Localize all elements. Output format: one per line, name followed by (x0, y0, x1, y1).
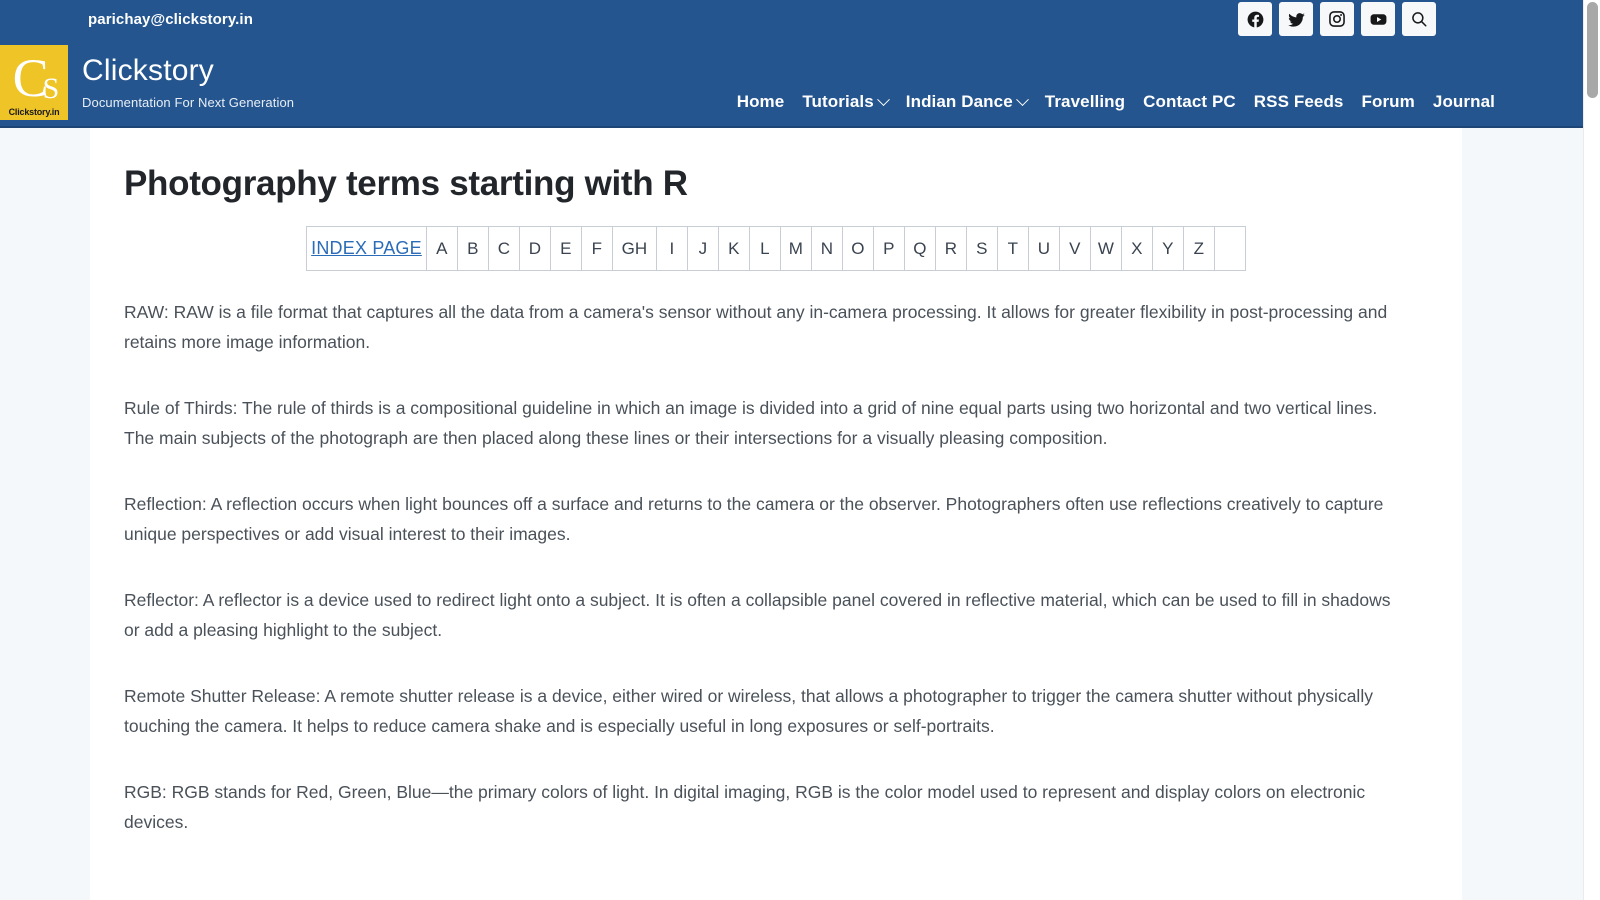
vertical-scrollbar[interactable] (1583, 0, 1600, 900)
nav-item-travelling[interactable]: Travelling (1045, 92, 1125, 112)
index-letter-y[interactable]: Y (1151, 226, 1184, 271)
nav-item-forum[interactable]: Forum (1362, 92, 1415, 112)
index-letter-t[interactable]: T (996, 226, 1029, 271)
index-letter-gh[interactable]: GH (611, 226, 657, 271)
youtube-icon (1369, 10, 1388, 29)
index-letter-m[interactable]: M (779, 226, 812, 271)
term-definition-reflector: Reflector: A reflector is a device used … (124, 590, 1391, 640)
table-row: INDEX PAGE A B C D E F GH I J K L M N O … (306, 226, 1246, 271)
nav-item-contact-pc[interactable]: Contact PC (1143, 92, 1236, 112)
term-definition-rule-of-thirds: Rule of Thirds: The rule of thirds is a … (124, 398, 1378, 448)
term-definition-reflection: Reflection: A reflection occurs when lig… (124, 494, 1384, 544)
index-letter-r[interactable]: R (934, 226, 967, 271)
index-blank-cell (1213, 226, 1246, 271)
facebook-icon-button[interactable] (1238, 2, 1272, 36)
nav-item-tutorials[interactable]: Tutorials (802, 92, 890, 112)
index-letter-n[interactable]: N (810, 226, 843, 271)
nav-label: Journal (1432, 92, 1495, 111)
index-letter-j[interactable]: J (686, 226, 719, 271)
search-icon (1410, 10, 1428, 28)
index-letter-u[interactable]: U (1027, 226, 1060, 271)
index-letter-p[interactable]: P (872, 226, 905, 271)
nav-item-home[interactable]: Home (737, 92, 785, 112)
term-definition-rgb: RGB: RGB stands for Red, Green, Blue—the… (124, 782, 1366, 832)
contact-email-link[interactable]: parichay@clickstory.in (88, 11, 253, 28)
instagram-icon (1328, 10, 1346, 28)
chevron-down-icon (876, 92, 890, 106)
nav-label: Home (736, 92, 785, 111)
nav-item-journal[interactable]: Journal (1433, 92, 1495, 112)
site-header: CS Clickstory.in Clickstory Documentatio… (0, 38, 1583, 128)
main-navigation: Home Tutorials Indian Dance Travelling C… (737, 92, 1495, 112)
logo-caption: Clickstory.in (8, 106, 60, 117)
nav-label: Tutorials (802, 92, 874, 111)
nav-label: RSS Feeds (1253, 92, 1344, 111)
index-letter-f[interactable]: F (580, 226, 613, 271)
chevron-down-icon (1015, 92, 1029, 106)
index-letter-e[interactable]: E (549, 226, 582, 271)
index-letter-b[interactable]: B (456, 226, 489, 271)
index-page-link[interactable]: INDEX PAGE (311, 238, 422, 258)
index-letter-k[interactable]: K (717, 226, 750, 271)
site-title: Clickstory (82, 54, 215, 87)
index-letter-d[interactable]: D (518, 226, 551, 271)
nav-label: Indian Dance (905, 92, 1013, 111)
facebook-icon (1246, 10, 1265, 29)
site-brand-link[interactable]: CS Clickstory.in Clickstory Documentatio… (0, 37, 294, 127)
term-definition-remote-shutter-release: Remote Shutter Release: A remote shutter… (124, 686, 1373, 736)
index-letter-q[interactable]: Q (903, 226, 936, 271)
browser-viewport: parichay@clickstory.in CS Clickstory.in … (0, 0, 1583, 900)
index-letter-o[interactable]: O (841, 226, 874, 271)
brand-text-group: Clickstory Documentation For Next Genera… (82, 54, 294, 110)
term-definition-raw: RAW: RAW is a file format that captures … (124, 302, 1388, 352)
page-background: Photography terms starting with R INDEX … (0, 128, 1583, 900)
site-tagline: Documentation For Next Generation (82, 95, 295, 110)
twitter-icon (1287, 10, 1306, 29)
youtube-icon-button[interactable] (1361, 2, 1395, 36)
alphabet-index-wrapper: INDEX PAGE A B C D E F GH I J K L M N O … (124, 226, 1428, 271)
index-letter-c[interactable]: C (487, 226, 520, 271)
index-letter-i[interactable]: I (655, 226, 688, 271)
page-title: Photography terms starting with R (124, 164, 688, 203)
index-page-cell[interactable]: INDEX PAGE (306, 226, 427, 271)
instagram-icon-button[interactable] (1320, 2, 1354, 36)
site-logo: CS Clickstory.in (0, 44, 68, 120)
index-letter-a[interactable]: A (425, 226, 458, 271)
article-content-card: Photography terms starting with R INDEX … (90, 128, 1462, 900)
nav-label: Forum (1361, 92, 1415, 111)
logo-monogram: CS (12, 48, 60, 108)
index-letter-w[interactable]: W (1089, 226, 1122, 271)
twitter-icon-button[interactable] (1279, 2, 1313, 36)
index-letter-l[interactable]: L (748, 226, 781, 271)
alphabet-index-table: INDEX PAGE A B C D E F GH I J K L M N O … (306, 226, 1246, 271)
index-letter-v[interactable]: V (1058, 226, 1091, 271)
nav-item-indian-dance[interactable]: Indian Dance (905, 92, 1029, 112)
nav-label: Travelling (1044, 92, 1126, 111)
scrollbar-thumb[interactable] (1587, 2, 1598, 98)
search-icon-button[interactable] (1402, 2, 1436, 36)
index-letter-s[interactable]: S (965, 226, 998, 271)
nav-label: Contact PC (1143, 92, 1236, 111)
top-utility-bar: parichay@clickstory.in (0, 0, 1583, 38)
nav-item-rss-feeds[interactable]: RSS Feeds (1254, 92, 1344, 112)
index-letter-x[interactable]: X (1120, 226, 1153, 271)
index-letter-z[interactable]: Z (1182, 226, 1215, 271)
social-links-group (1238, 0, 1436, 38)
